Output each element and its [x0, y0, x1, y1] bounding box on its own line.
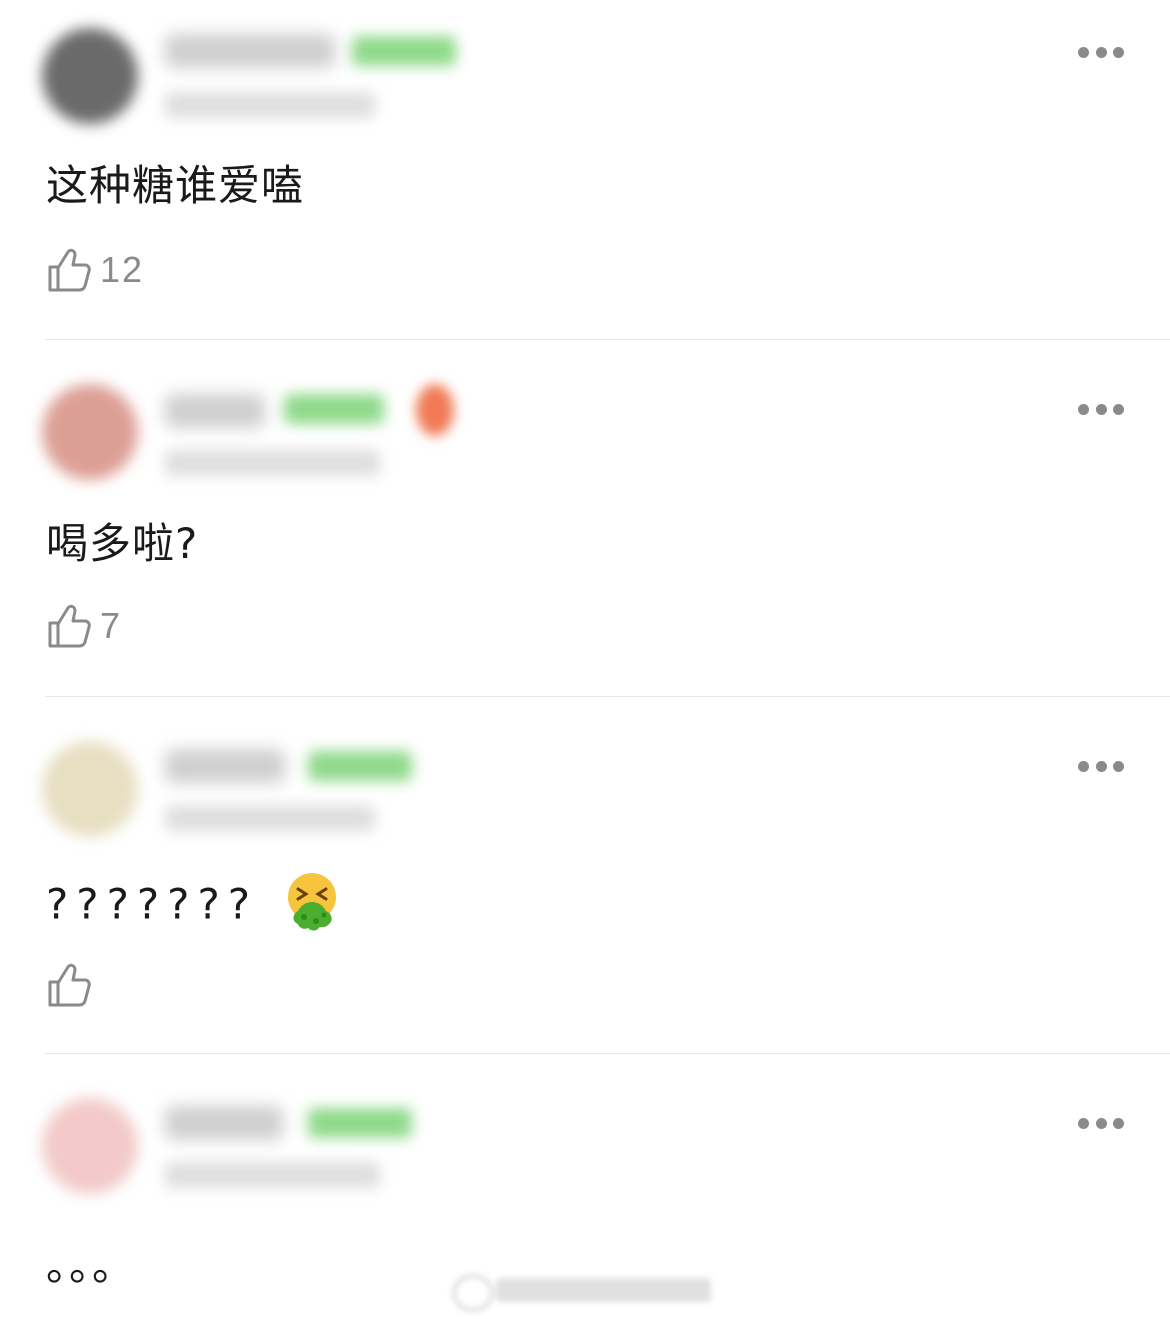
like-button[interactable] [46, 961, 100, 1009]
comment-text: ??????? [46, 879, 259, 929]
thumbs-up-icon [48, 248, 91, 292]
more-dot-icon [1095, 760, 1107, 772]
more-dot-icon [1113, 46, 1124, 58]
comment-meta-blurred [165, 1162, 380, 1188]
like-button[interactable]: 7 [46, 602, 122, 650]
username-blurred[interactable] [165, 394, 265, 428]
watermark [452, 1268, 717, 1312]
username-blurred[interactable] [165, 34, 335, 68]
vomiting-face-emoji [284, 871, 340, 943]
like-count: 12 [100, 249, 145, 290]
medal-badge-blurred [416, 384, 454, 436]
comment-text: 。。。 [46, 1241, 137, 1290]
comment-text-row: ??????? [46, 871, 340, 943]
thumbs-up-icon [48, 604, 91, 648]
comment-meta-blurred [165, 450, 380, 476]
level-badge-blurred [308, 1108, 412, 1138]
thumbs-up-icon [48, 963, 91, 1007]
more-dot-icon [1095, 403, 1107, 415]
level-badge-blurred [284, 394, 384, 424]
more-options-button[interactable] [1078, 760, 1124, 772]
more-dot-icon [1113, 403, 1124, 415]
comment-text: 喝多啦? [46, 519, 199, 568]
username-blurred[interactable] [165, 749, 285, 783]
level-badge-blurred [308, 751, 412, 781]
avatar[interactable] [42, 1098, 138, 1194]
username-blurred[interactable] [165, 1106, 283, 1140]
avatar[interactable] [42, 28, 138, 124]
comment-item: ??????? [0, 697, 1170, 1053]
more-dot-icon [1078, 403, 1089, 415]
comment-text: 这种糖谁爱嗑 [46, 161, 305, 210]
more-dot-icon [1113, 760, 1124, 772]
more-dot-icon [1113, 1117, 1124, 1129]
more-options-button[interactable] [1078, 403, 1124, 415]
level-badge-blurred [352, 36, 456, 66]
more-dot-icon [1095, 46, 1107, 58]
more-dot-icon [1078, 760, 1089, 772]
more-dot-icon [1095, 1117, 1107, 1129]
avatar[interactable] [42, 741, 138, 837]
comment-item: 这种糖谁爱嗑 12 [0, 0, 1170, 339]
more-options-button[interactable] [1078, 46, 1124, 58]
avatar[interactable] [42, 384, 138, 480]
more-dot-icon [1078, 46, 1089, 58]
like-button[interactable]: 12 [46, 246, 144, 294]
vomiting-face-icon [288, 873, 337, 931]
comment-meta-blurred [165, 805, 375, 831]
comment-meta-blurred [165, 92, 375, 118]
like-count: 7 [100, 605, 123, 646]
more-dot-icon [1078, 1117, 1089, 1129]
more-options-button[interactable] [1078, 1117, 1124, 1129]
comment-item: 喝多啦? 7 [0, 340, 1170, 696]
